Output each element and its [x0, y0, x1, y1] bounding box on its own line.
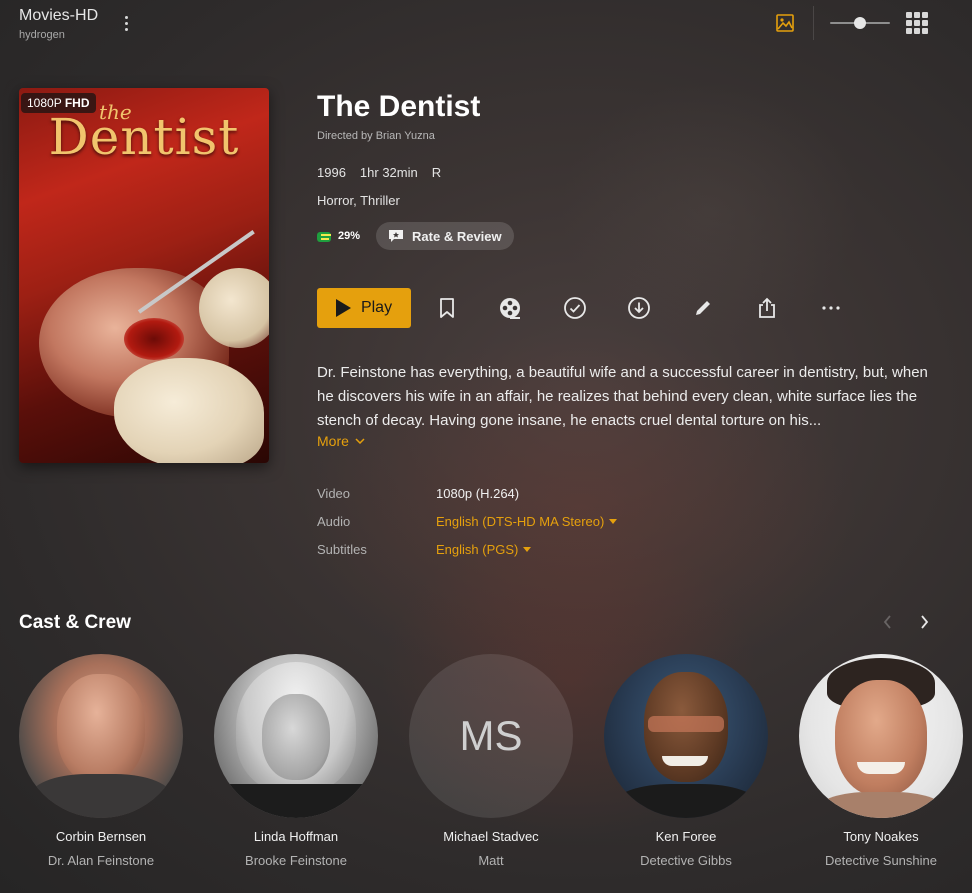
subtitles-value: English (PGS) [436, 542, 519, 557]
play-icon [335, 299, 351, 317]
play-label: Play [360, 299, 393, 316]
avatar[interactable] [214, 654, 378, 818]
more-button[interactable]: More [317, 433, 365, 449]
content-rating: R [431, 165, 442, 180]
movie-poster[interactable]: the Dentist [19, 88, 269, 463]
caret-down-icon [609, 519, 618, 524]
avatar[interactable] [799, 654, 963, 818]
audio-select[interactable]: English (DTS-HD MA Stereo) [436, 514, 618, 529]
duration: 1hr 32min [359, 165, 418, 180]
director-line[interactable]: Directed by Brian Yuzna [317, 130, 435, 142]
pencil-icon[interactable] [691, 296, 715, 320]
video-label: Video [317, 486, 351, 501]
subtitles-label: Subtitles [317, 542, 367, 557]
audience-score-icon [317, 230, 333, 242]
caret-down-icon [523, 547, 532, 552]
cast-role: Dr. Alan Feinstone [47, 853, 155, 868]
rate-review-label: Rate & Review [412, 228, 502, 244]
chevron-down-icon [355, 438, 365, 444]
download-icon[interactable] [627, 296, 651, 320]
genres[interactable]: Horror, Thriller [317, 193, 400, 208]
cast-crew-title: Cast & Crew [19, 612, 131, 633]
cast-name: Linda Hoffman [253, 829, 339, 844]
cast-role: Detective Sunshine [824, 853, 937, 868]
chevron-left-icon[interactable] [880, 612, 894, 632]
poster-art-title: Dentist [48, 108, 240, 166]
cast-member[interactable]: Ken Foree Detective Gibbs [604, 654, 768, 868]
rating-row: 29% Rate & Review [317, 222, 514, 250]
share-icon[interactable] [755, 296, 779, 320]
cast-name: Michael Stadvec [443, 829, 539, 844]
movie-summary: Dr. Feinstone has everything, a beautifu… [317, 364, 928, 429]
movie-title: The Dentist [317, 90, 481, 123]
movie-meta: 1996 1hr 32min R [317, 165, 441, 180]
cast-role: Brooke Feinstone [245, 853, 347, 868]
film-reel-icon[interactable] [498, 296, 522, 320]
cast-member[interactable]: Tony Noakes Detective Sunshine [799, 654, 963, 868]
rate-review-button[interactable]: Rate & Review [376, 222, 514, 250]
play-button[interactable]: Play [317, 288, 411, 328]
bookmark-icon[interactable] [435, 296, 459, 320]
audience-score: 29% [338, 230, 361, 242]
audio-value: English (DTS-HD MA Stereo) [436, 514, 605, 529]
release-year[interactable]: 1996 [317, 165, 346, 180]
cast-member[interactable]: Linda Hoffman Brooke Feinstone [214, 654, 378, 868]
avatar-initials[interactable]: MS [409, 654, 573, 818]
resolution-suffix: FHD [64, 96, 90, 110]
poster-size-slider[interactable] [830, 16, 890, 30]
grid-icon[interactable] [906, 12, 928, 34]
cast-name: Corbin Bernsen [55, 829, 147, 844]
chevron-right-icon[interactable] [918, 612, 932, 632]
more-label: More [317, 433, 349, 449]
cast-role: Detective Gibbs [640, 853, 732, 868]
toolbar-divider [813, 6, 814, 40]
kebab-icon[interactable] [118, 12, 134, 34]
resolution-prefix: 1080P [27, 96, 62, 110]
avatar[interactable] [604, 654, 768, 818]
review-bubble-icon [389, 230, 404, 242]
check-circle-icon[interactable] [563, 296, 587, 320]
subtitles-select[interactable]: English (PGS) [436, 542, 532, 557]
avatar[interactable] [19, 654, 183, 818]
cast-role: Matt [478, 853, 504, 868]
resolution-badge: 1080P FHD [21, 93, 96, 113]
video-value: 1080p (H.264) [436, 486, 520, 501]
server-name: hydrogen [19, 29, 65, 41]
image-icon[interactable] [774, 12, 796, 34]
slider-knob[interactable] [854, 17, 866, 29]
cast-member[interactable]: Corbin Bernsen Dr. Alan Feinstone [19, 654, 183, 868]
cast-member[interactable]: MS Michael Stadvec Matt [409, 654, 573, 868]
cast-name: Ken Foree [655, 829, 717, 844]
library-title[interactable]: Movies-HD [19, 7, 98, 25]
audio-label: Audio [317, 514, 351, 529]
ellipsis-icon[interactable] [819, 296, 843, 320]
cast-name: Tony Noakes [843, 829, 919, 844]
